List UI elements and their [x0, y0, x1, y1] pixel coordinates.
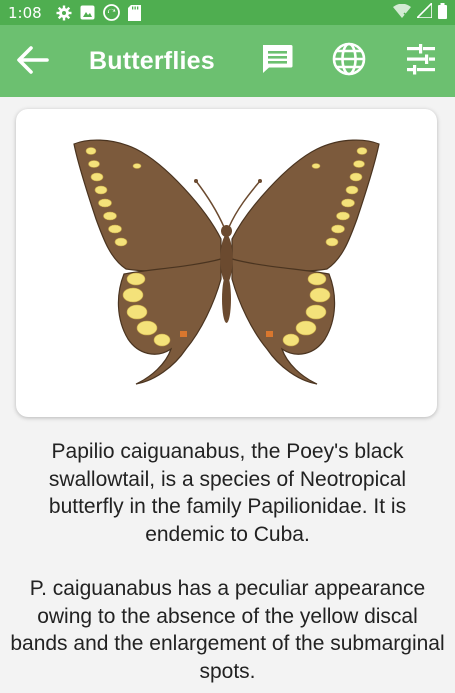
- photo-icon: [80, 5, 95, 20]
- sync-icon: [102, 4, 120, 21]
- comment-button[interactable]: [257, 41, 297, 81]
- left-forewing: [73, 139, 222, 272]
- signal-icon: [415, 1, 433, 22]
- status-bar: 1:08: [0, 0, 455, 25]
- battery-icon: [438, 2, 447, 23]
- butterfly-illustration: [73, 139, 380, 385]
- butterfly-image-card: [16, 109, 437, 417]
- status-time: 1:08: [8, 3, 42, 22]
- description-paragraph-1: Papilio caiguanabus, the Poey's black sw…: [48, 440, 407, 546]
- sd-card-icon: [127, 4, 141, 21]
- description-paragraph-2: P. caiguanabus has a peculiar appearance…: [10, 577, 445, 683]
- language-button[interactable]: [329, 41, 369, 81]
- app-bar: Butterflies: [0, 25, 455, 97]
- arrow-back-icon: [14, 42, 50, 83]
- tune-icon: [403, 41, 439, 82]
- gear-icon: [56, 5, 72, 21]
- tune-button[interactable]: [401, 41, 441, 81]
- wifi-icon: [393, 3, 411, 22]
- right-forewing: [231, 139, 380, 272]
- page-title: Butterflies: [89, 47, 215, 75]
- species-description: Papilio caiguanabus, the Poey's black sw…: [10, 438, 445, 685]
- back-button[interactable]: [12, 42, 52, 82]
- comment-icon: [259, 41, 295, 82]
- globe-icon: [331, 41, 367, 82]
